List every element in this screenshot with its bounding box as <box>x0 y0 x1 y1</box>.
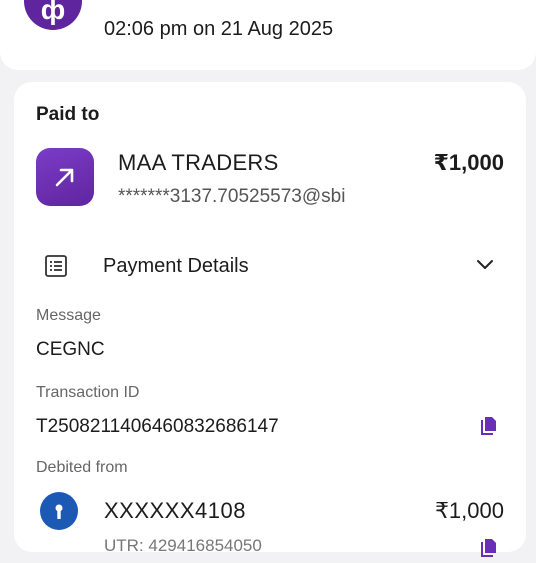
message-label: Message <box>36 307 101 324</box>
paid-to-heading: Paid to <box>36 104 100 125</box>
merchant-upi-id: *******3137.70525573@sbi <box>118 186 346 207</box>
copy-utr-icon[interactable] <box>478 536 500 563</box>
receipt-list-icon <box>44 254 68 283</box>
paid-amount: ₹1,000 <box>433 150 504 175</box>
debited-account-number: XXXXXX4108 <box>104 498 246 523</box>
message-value: CEGNC <box>36 339 105 360</box>
transaction-timestamp: 02:06 pm on 21 Aug 2025 <box>104 18 334 40</box>
utr-number: UTR: 429416854050 <box>104 536 262 555</box>
debited-from-label: Debited from <box>36 459 128 476</box>
bank-logo-icon <box>40 492 78 530</box>
transaction-status-card: ф 02:06 pm on 21 Aug 2025 <box>0 0 536 70</box>
copy-transaction-id-icon[interactable] <box>478 414 500 441</box>
payment-details-toggle[interactable]: Payment Details <box>36 246 504 286</box>
chevron-down-icon <box>476 258 494 276</box>
payment-details-label: Payment Details <box>103 255 249 277</box>
merchant-name: MAA TRADERS <box>118 150 279 175</box>
debited-amount: ₹1,000 <box>434 498 504 523</box>
transaction-id-label: Transaction ID <box>36 384 140 401</box>
arrow-up-right-icon <box>36 148 94 206</box>
transaction-id-value: T2508211406460832686147 <box>36 416 279 437</box>
phonepe-logo-icon: ф <box>24 0 82 30</box>
